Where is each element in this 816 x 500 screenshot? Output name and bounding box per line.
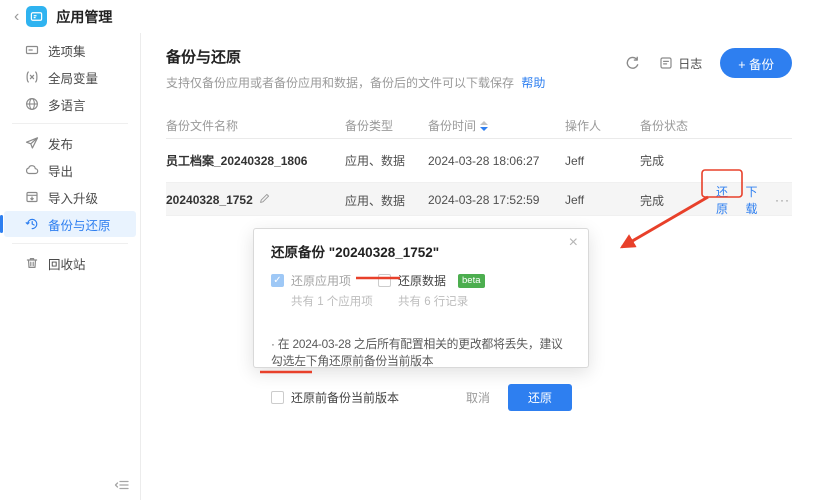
backup-file-name: 20240328_1752 [166,193,345,207]
restore-data-option: 还原数据 beta 共有 6 行记录 [378,272,485,309]
backup-table: 备份文件名称 备份类型 备份时间 操作人 备份状态 员工档案_20240328_… [166,113,792,216]
log-button[interactable]: 日志 [659,55,702,72]
import-box-icon [25,190,39,204]
table-header-row: 备份文件名称 备份类型 备份时间 操作人 备份状态 [166,113,792,139]
app-title: 应用管理 [56,8,113,25]
toolbar: 日志 + 备份 [623,48,792,78]
backup-file-name-text: 员工档案_20240328_1806 [166,154,308,168]
restore-app-checkbox[interactable]: ✓ [271,274,284,287]
sidebar-item-option-sets[interactable]: 选项集 [0,37,140,63]
column-header-time-label: 备份时间 [428,119,477,133]
back-chevron-icon[interactable]: ‹ [10,8,23,25]
backup-time: 2024-03-28 17:52:59 [428,193,540,207]
backup-file-name: 员工档案_20240328_1806 [166,152,345,169]
beta-badge: beta [458,273,485,288]
download-action-link[interactable]: 下载 [746,183,762,217]
sidebar: 选项集 全局变量 多语言 发布 导出 导入升级 备份与还原 回收站 [0,33,141,500]
send-icon [25,136,39,150]
app-logo-icon[interactable] [26,6,48,27]
sidebar-collapse-icon[interactable] [112,476,132,494]
sidebar-item-label: 导入升级 [48,191,99,206]
backup-status: 完成 [640,193,665,208]
sidebar-item-label: 备份与还原 [48,218,111,233]
backup-before-restore-label: 还原前备份当前版本 [291,391,400,405]
app-management-page: { "topbar": { "app_title": "应用管理" }, "si… [0,0,816,500]
sidebar-item-multilanguage[interactable]: 多语言 [0,91,140,117]
column-header-name[interactable]: 备份文件名称 [166,117,345,134]
sidebar-divider [12,123,128,124]
restore-app-label: 还原应用项 [291,274,352,288]
new-backup-button[interactable]: + 备份 [720,48,792,78]
restore-app-count: 共有 1 个应用项 [291,296,373,308]
globe-icon [25,97,39,111]
sidebar-item-publish[interactable]: 发布 [0,130,140,156]
backup-time: 2024-03-28 18:06:27 [428,153,540,168]
restore-options: ✓ 还原应用项 共有 1 个应用项 还原数据 beta 共有 6 行记录 [271,272,572,309]
help-link[interactable]: 帮助 [521,76,545,90]
dialog-title: 还原备份 "20240328_1752" [271,245,440,260]
backup-operator: Jeff [565,193,585,207]
backup-operator: Jeff [565,153,585,168]
log-button-label: 日志 [678,56,703,71]
edit-pencil-icon[interactable] [259,193,270,207]
sidebar-item-label: 发布 [48,137,74,152]
column-header-status[interactable]: 备份状态 [640,117,716,134]
sidebar-item-backup-restore[interactable]: 备份与还原 [0,211,136,237]
sidebar-item-label: 全局变量 [48,71,99,86]
column-header-operator[interactable]: 操作人 [565,117,640,134]
restore-data-count: 共有 6 行记录 [398,296,469,308]
sidebar-item-global-variables[interactable]: 全局变量 [0,64,140,90]
restore-app-option: ✓ 还原应用项 共有 1 个应用项 [271,272,378,309]
column-header-time[interactable]: 备份时间 [428,117,565,134]
backup-before-restore-option: 还原前备份当前版本 [271,389,399,406]
backup-type: 应用、数据 [345,193,406,208]
backup-file-name-text: 20240328_1752 [166,193,253,207]
sidebar-divider [12,243,128,244]
row-actions: 还原 下载 ··· [716,183,792,217]
trash-icon [25,256,39,270]
backup-before-restore-checkbox[interactable] [271,391,284,404]
dialog-footer: 还原前备份当前版本 取消 还原 [271,384,572,411]
variable-icon [25,70,39,84]
sort-carets-icon[interactable] [480,120,489,131]
close-icon[interactable]: × [569,235,578,251]
subtitle-text: 支持仅备份应用或者备份应用和数据，备份后的文件可以下载保存 [166,76,515,90]
sidebar-item-label: 多语言 [48,98,86,113]
sidebar-item-label: 回收站 [48,257,86,272]
restore-backup-dialog: 还原备份 "20240328_1752" × ✓ 还原应用项 共有 1 个应用项… [253,228,589,411]
sidebar-item-import-upgrade[interactable]: 导入升级 [0,184,140,210]
column-header-type[interactable]: 备份类型 [345,117,428,134]
sort-desc-icon[interactable] [480,126,489,131]
dialog-notice-text: · 在 2024-03-28 之后所有配置相关的更改都将丢失，建议勾选左下角还原… [271,337,563,368]
topbar: ‹ 应用管理 [0,0,816,33]
backup-restore-icon [25,217,39,231]
option-set-icon [25,43,39,57]
table-row[interactable]: 20240328_1752 应用、数据 2024-03-28 17:52:59 … [166,183,792,216]
backup-status: 完成 [640,154,665,168]
cancel-button[interactable]: 取消 [466,389,490,406]
confirm-restore-button[interactable]: 还原 [507,384,572,411]
sidebar-item-label: 导出 [48,164,74,179]
more-actions-icon[interactable]: ··· [775,193,790,207]
refresh-icon[interactable] [623,54,641,72]
restore-data-checkbox[interactable] [378,274,391,287]
backup-type: 应用、数据 [345,154,406,168]
sidebar-item-label: 选项集 [48,44,86,59]
sort-asc-icon[interactable] [480,120,489,125]
sidebar-item-recycle-bin[interactable]: 回收站 [0,250,140,276]
restore-data-label: 还原数据 [398,274,447,288]
table-row[interactable]: 员工档案_20240328_1806 应用、数据 2024-03-28 18:0… [166,139,792,183]
sidebar-item-export[interactable]: 导出 [0,157,140,183]
restore-action-link[interactable]: 还原 [716,183,732,217]
cloud-icon [25,163,39,177]
